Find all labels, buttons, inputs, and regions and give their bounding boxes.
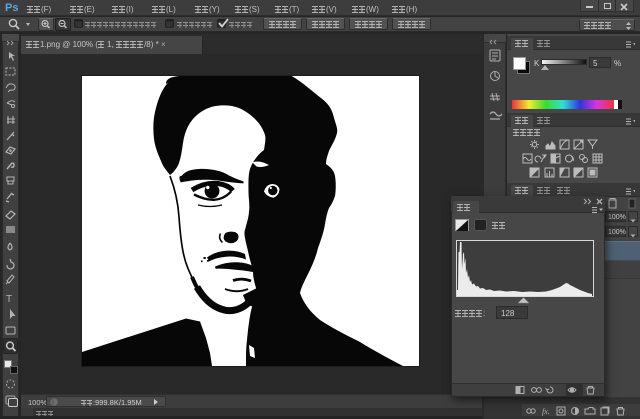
svg-text:fx.: fx.: [542, 407, 550, 416]
svg-text:T: T: [6, 294, 12, 305]
